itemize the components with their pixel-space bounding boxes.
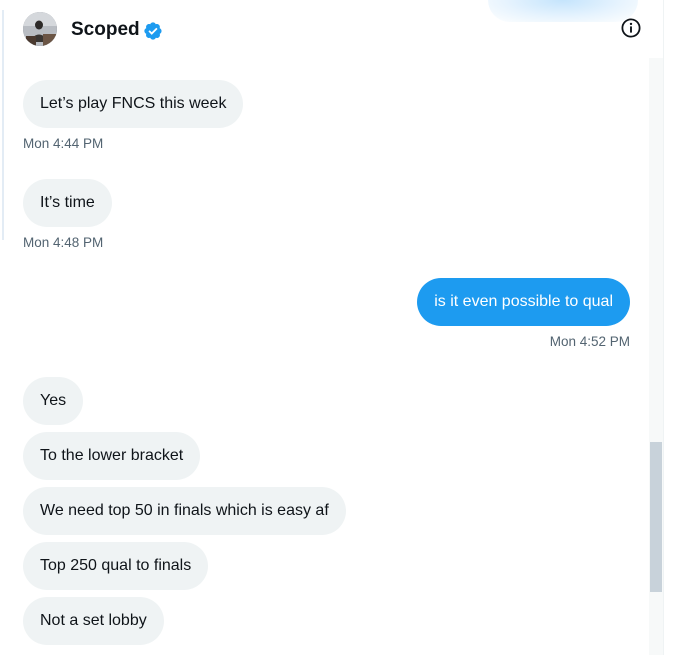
message-bubble-incoming[interactable]: To the lower bracket: [23, 432, 201, 480]
message-timestamp: Mon 4:44 PM: [23, 136, 104, 151]
message-bubble-incoming[interactable]: We need top 50 in finals which is easy a…: [23, 487, 346, 535]
message-bubble-incoming[interactable]: Top 250 qual to finals: [23, 542, 209, 590]
info-icon[interactable]: [620, 17, 642, 39]
message-bubble-incoming[interactable]: Let’s play FNCS this week: [23, 80, 244, 128]
avatar-image-icon: [23, 12, 57, 46]
message-list[interactable]: Let’s play FNCS this week Mon 4:44 PM It…: [6, 58, 649, 655]
display-name[interactable]: Scoped: [71, 19, 140, 41]
avatar[interactable]: [23, 12, 57, 46]
message-bubble-outgoing[interactable]: is it even possible to qual: [417, 278, 630, 326]
conversation-header: Scoped: [0, 0, 663, 58]
message-bubble-incoming[interactable]: Yes: [23, 377, 84, 425]
right-frame-border: [663, 0, 664, 655]
message-timestamp: Mon 4:48 PM: [23, 235, 104, 250]
message-timestamp: Mon 4:52 PM: [549, 334, 630, 349]
scrollbar-thumb[interactable]: [650, 442, 662, 592]
message-bubble-incoming[interactable]: It’s time: [23, 179, 112, 227]
message-bubble-incoming[interactable]: Not a set lobby: [23, 597, 164, 645]
verified-badge-icon: [144, 22, 162, 40]
